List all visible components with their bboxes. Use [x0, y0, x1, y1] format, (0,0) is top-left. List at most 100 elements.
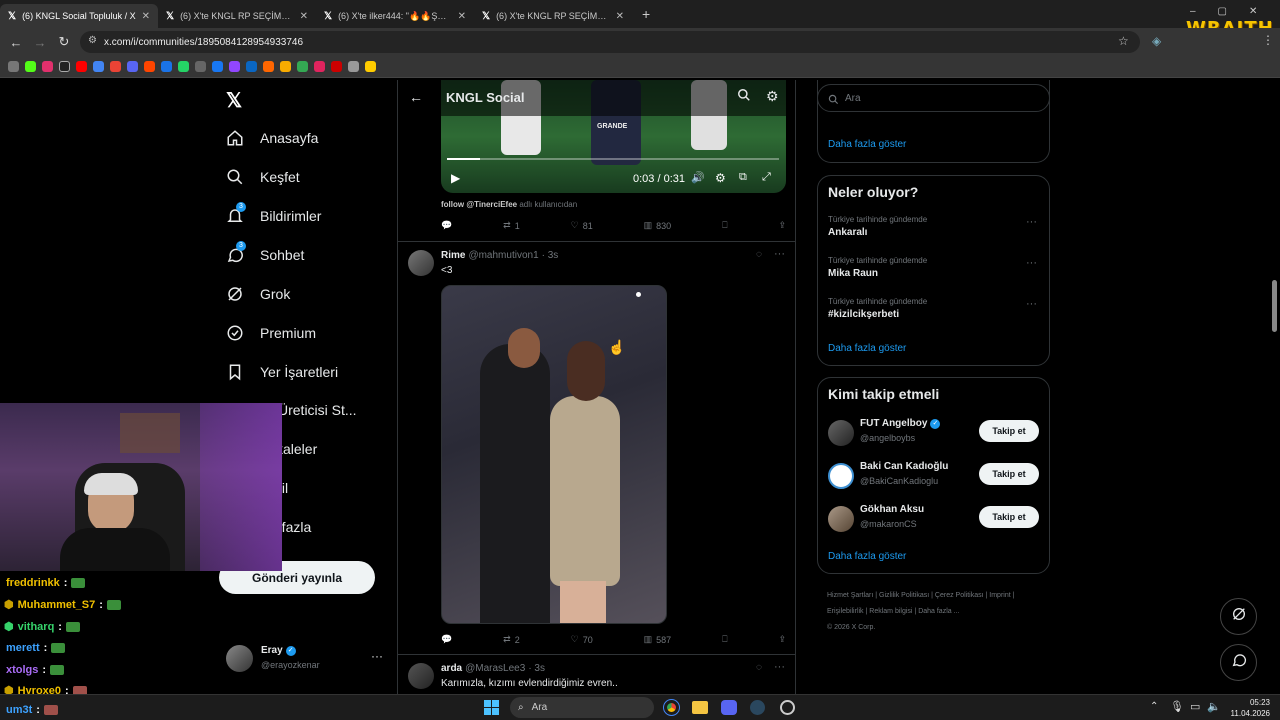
messages-float-button[interactable] — [1220, 644, 1257, 681]
post-author-name[interactable]: arda — [441, 663, 462, 674]
tab-close-icon[interactable]: ✕ — [458, 11, 466, 22]
bookmark-icon[interactable] — [229, 61, 240, 72]
retweet-button[interactable]: ⇄ 2 — [503, 634, 520, 645]
bookmark-icon[interactable] — [144, 61, 155, 72]
footer-link[interactable]: Reklam bilgisi — [869, 608, 912, 615]
sidebar-item-chat[interactable]: 3 Sohbet — [226, 241, 304, 264]
more-icon[interactable]: ··· — [774, 248, 785, 260]
more-icon[interactable]: ··· — [1026, 298, 1037, 310]
bookmark-icon[interactable] — [365, 61, 376, 72]
bookmark-icon[interactable] — [76, 61, 87, 72]
follow-suggestion[interactable]: FUT Angelboy ✓ @angelboybs Takip et — [818, 418, 1049, 454]
retweet-button[interactable]: ⇄ 1 — [503, 220, 520, 231]
volume-icon[interactable]: 🔈 — [1207, 700, 1221, 713]
clock[interactable]: 05:23 11.04.2026 — [1226, 697, 1270, 719]
footer-link[interactable]: Çerez Politikası — [935, 592, 984, 599]
forward-arrow-icon[interactable]: → — [28, 35, 52, 50]
caption-mention[interactable]: follow @TinerciEfee — [441, 200, 517, 209]
sidebar-item-home[interactable]: Anasayfa — [226, 129, 318, 147]
show-more-link[interactable]: Daha fazla göster — [828, 139, 906, 150]
more-icon[interactable]: ··· — [1026, 216, 1037, 228]
grok-float-button[interactable] — [1220, 598, 1257, 635]
page-scrollbar[interactable] — [1272, 280, 1277, 332]
share-icon[interactable]: ⇪ — [778, 634, 786, 645]
x-logo-icon[interactable]: 𝕏 — [226, 88, 242, 113]
back-arrow-icon[interactable]: ← — [409, 89, 423, 105]
bookmark-icon[interactable] — [110, 61, 121, 72]
back-arrow-icon[interactable]: ← — [4, 35, 28, 50]
network-icon[interactable]: ▭ — [1190, 700, 1200, 713]
show-more-link[interactable]: Daha fazla göster — [828, 551, 906, 562]
tab-close-icon[interactable]: ✕ — [142, 11, 150, 22]
footer-link[interactable]: Imprint — [989, 592, 1010, 599]
bookmark-icon[interactable] — [280, 61, 291, 72]
bookmark-icon[interactable] — [178, 61, 189, 72]
site-info-icon[interactable]: ⚙ — [88, 35, 97, 46]
post-author-handle[interactable]: @mahmutivon1 — [468, 250, 538, 261]
browser-tab-4[interactable]: 𝕏 (6) X'te KNGL RP SEÇİMLERİ: "3 ✕ — [474, 4, 632, 28]
share-icon[interactable]: ⇪ — [778, 220, 786, 231]
file-explorer-icon[interactable] — [692, 701, 708, 714]
bookmark-star-icon[interactable]: ☆ — [1118, 34, 1129, 48]
follow-button[interactable]: Takip et — [979, 463, 1039, 485]
search-icon[interactable] — [737, 88, 751, 107]
bookmark-icon[interactable] — [93, 61, 104, 72]
views-button[interactable]: ▥ 587 — [644, 634, 672, 645]
reply-button[interactable]: 💬 — [441, 634, 452, 645]
settings-icon[interactable]: ⚙ — [715, 171, 726, 185]
grok-explain-icon[interactable]: ◌ — [756, 249, 762, 260]
taskbar-search[interactable]: ⌕ Ara — [510, 697, 654, 718]
trend-item[interactable]: Türkiye tarihinde gündemde Mika Raun — [828, 256, 1038, 279]
chrome-icon[interactable] — [663, 699, 680, 716]
steam-icon[interactable] — [750, 700, 765, 715]
new-tab-button[interactable]: + — [642, 6, 650, 22]
bookmark-icon[interactable] — [195, 61, 206, 72]
video-progress-track[interactable] — [447, 158, 779, 160]
show-more-link[interactable]: Daha fazla göster — [828, 343, 906, 354]
sidebar-item-notifications[interactable]: 3 Bildirimler — [226, 202, 321, 225]
bookmark-icon[interactable]: ⎕ — [722, 634, 727, 645]
extensions-icon[interactable]: ◈ — [1152, 34, 1161, 48]
footer-link[interactable]: Hizmet Şartları — [827, 592, 873, 599]
bookmark-icon[interactable] — [212, 61, 223, 72]
pip-icon[interactable]: ⧉ — [739, 171, 747, 184]
browser-menu-icon[interactable]: ⋮ — [1262, 33, 1274, 47]
post-image[interactable] — [441, 285, 667, 624]
footer-link[interactable]: Daha fazla ... — [918, 608, 959, 615]
reply-button[interactable]: 💬 — [441, 220, 452, 231]
follow-button[interactable]: Takip et — [979, 420, 1039, 442]
bookmark-icon[interactable] — [59, 61, 70, 72]
sidebar-item-premium[interactable]: Premium — [226, 324, 316, 342]
play-icon[interactable]: ▶ — [451, 171, 460, 185]
browser-tab-2[interactable]: 𝕏 (6) X'te KNGL RP SEÇİMLERİ: " ✕ — [158, 4, 316, 28]
post-author-name[interactable]: Rime — [441, 250, 465, 261]
app-icon[interactable] — [780, 700, 795, 715]
avatar[interactable] — [408, 663, 434, 689]
start-icon[interactable] — [484, 700, 499, 715]
bookmark-icon[interactable]: ⎕ — [722, 220, 727, 231]
discord-icon[interactable] — [721, 700, 737, 715]
bookmark-icon[interactable] — [127, 61, 138, 72]
more-icon[interactable]: ··· — [371, 649, 383, 663]
trend-item[interactable]: Türkiye tarihinde gündemde #kizilcikşerb… — [828, 297, 1038, 320]
views-button[interactable]: ▥ 830 — [644, 220, 672, 231]
microphone-icon[interactable]: 🎙 — [1170, 700, 1184, 713]
bookmark-icon[interactable] — [161, 61, 172, 72]
bookmark-icon[interactable] — [297, 61, 308, 72]
gear-icon[interactable]: ⚙ — [766, 88, 779, 105]
bookmark-icon[interactable] — [331, 61, 342, 72]
account-switcher[interactable]: Eray ✓ @erayozkenar ··· — [226, 643, 386, 675]
post-author-handle[interactable]: @MarasLee3 — [465, 663, 525, 674]
sidebar-item-bookmarks[interactable]: Yer İşaretleri — [226, 363, 338, 381]
sidebar-item-explore[interactable]: Keşfet — [226, 168, 300, 186]
sidebar-item-articles[interactable]: kaleler — [276, 441, 317, 457]
follow-suggestion[interactable]: Gökhan Aksu @makaronCS Takip et — [818, 504, 1049, 540]
post[interactable]: Rime @mahmutivon1 · 3s ◌ ··· <3 ☝ 💬 ⇄ 2 … — [398, 242, 795, 655]
browser-tab-3[interactable]: 𝕏 (6) X'te ilker444: "🔥🔥ŞEHMU ✕ — [316, 4, 474, 28]
apps-grid-icon[interactable] — [8, 61, 19, 72]
bookmark-icon[interactable] — [348, 61, 359, 72]
tab-close-icon[interactable]: ✕ — [616, 11, 624, 22]
volume-icon[interactable]: 🔊 — [691, 171, 705, 184]
tab-close-icon[interactable]: ✕ — [300, 11, 308, 22]
grok-explain-icon[interactable]: ◌ — [756, 662, 762, 673]
